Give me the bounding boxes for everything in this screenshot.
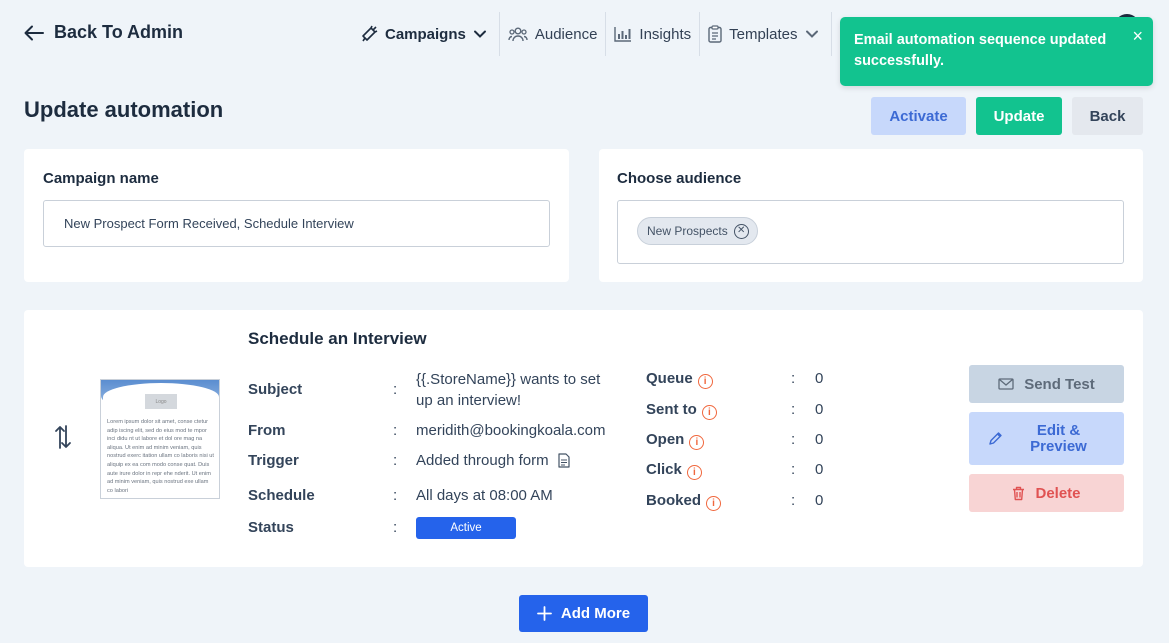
top-nav: Campaigns Audience Insights Templates (352, 12, 832, 56)
schedule-value: All days at 08:00 AM (416, 487, 553, 504)
remove-chip-icon[interactable]: ✕ (733, 223, 749, 239)
email-preview-thumbnail[interactable]: Logo Lorem ipsum dolor sit amet, conse c… (100, 379, 220, 499)
delete-button[interactable]: Delete (969, 474, 1124, 512)
stat-booked-colon: : (791, 492, 796, 509)
subject-colon: : (393, 381, 398, 398)
send-test-label: Send Test (1024, 375, 1095, 393)
info-icon[interactable]: i (701, 405, 717, 420)
stat-queue-value: 0 (815, 370, 824, 387)
bar-chart-icon (614, 27, 632, 42)
schedule-label: Schedule (248, 487, 315, 504)
info-icon[interactable]: i (706, 496, 722, 511)
trigger-colon: : (393, 452, 398, 469)
nav-campaigns-label: Campaigns (385, 25, 466, 43)
audience-card: Choose audience New Prospects ✕ (599, 149, 1143, 282)
stat-click-value: 0 (815, 461, 824, 478)
stat-sent-to-value: 0 (815, 401, 824, 418)
stat-click-label: Click (646, 461, 682, 478)
stat-sent-to-label: Sent to (646, 401, 697, 418)
info-icon[interactable]: i (686, 465, 702, 480)
stat-sent-to-colon: : (791, 401, 796, 418)
plus-icon (537, 606, 552, 621)
from-colon: : (393, 422, 398, 439)
send-test-button[interactable]: Send Test (969, 365, 1124, 403)
nav-campaigns[interactable]: Campaigns (352, 12, 500, 56)
form-document-icon[interactable] (557, 453, 570, 468)
step-title: Schedule an Interview (248, 329, 427, 348)
stat-open: Open i (646, 431, 705, 450)
trigger-label: Trigger (248, 452, 299, 469)
add-more-button[interactable]: Add More (519, 595, 648, 632)
status-label: Status (248, 519, 294, 536)
thumbnail-body-text: Lorem ipsum dolor sit amet, conse ctetur… (107, 419, 214, 494)
page-title: Update automation (24, 97, 224, 122)
clipboard-icon (708, 25, 722, 43)
trash-icon (1013, 486, 1025, 500)
nav-insights-label: Insights (639, 25, 692, 43)
stat-booked-value: 0 (815, 492, 824, 509)
delete-label: Delete (1035, 484, 1081, 502)
trigger-value: Added through form (416, 452, 549, 469)
automation-step-card: Schedule an Interview Logo Lorem ipsum d… (24, 310, 1143, 567)
from-label: From (248, 422, 286, 439)
toast-message: Email automation sequence updated succes… (854, 32, 1107, 69)
status-badge: Active (416, 517, 516, 539)
drag-handle-icon[interactable] (54, 424, 72, 450)
stat-click: Click i (646, 461, 702, 480)
schedule-colon: : (393, 487, 398, 504)
back-to-admin-link[interactable]: Back To Admin (24, 22, 183, 43)
stat-click-colon: : (791, 461, 796, 478)
edit-preview-line2: Preview (1030, 437, 1087, 455)
toast-close-icon[interactable]: × (1132, 26, 1143, 47)
subject-label: Subject (248, 381, 303, 398)
stat-queue-colon: : (791, 370, 796, 387)
envelope-icon (998, 378, 1014, 390)
chevron-down-icon (473, 30, 486, 38)
edit-preview-line1: Edit & (1036, 421, 1081, 439)
update-button[interactable]: Update (976, 97, 1062, 135)
stat-sent-to: Sent to i (646, 401, 717, 420)
trigger-row: Added through form (416, 450, 570, 471)
nav-insights[interactable]: Insights (606, 12, 701, 56)
audience-select[interactable]: New Prospects ✕ (617, 200, 1124, 264)
pencil-icon (989, 432, 1002, 445)
nav-templates-label: Templates (729, 25, 798, 43)
nav-audience[interactable]: Audience (500, 12, 607, 56)
stat-queue: Queue i (646, 370, 713, 389)
info-icon[interactable]: i (689, 435, 705, 450)
campaign-name-input[interactable]: New Prospect Form Received, Schedule Int… (43, 200, 550, 247)
megaphone-icon (362, 25, 378, 42)
edit-preview-button[interactable]: Edit & Preview (969, 412, 1124, 465)
from-value: meridith@bookingkoala.com (416, 422, 606, 439)
audience-label: Choose audience (617, 170, 742, 187)
stat-open-label: Open (646, 431, 685, 448)
campaign-name-value: New Prospect Form Received, Schedule Int… (64, 216, 354, 231)
add-more-label: Add More (560, 605, 631, 622)
stat-booked-label: Booked (646, 492, 702, 509)
edit-preview-text: Edit & Preview (1006, 421, 1087, 455)
success-toast: Email automation sequence updated succes… (840, 17, 1153, 86)
arrow-left-icon (24, 25, 44, 40)
thumbnail-logo: Logo (145, 394, 177, 409)
campaign-name-card: Campaign name New Prospect Form Received… (24, 149, 569, 282)
stat-open-value: 0 (815, 431, 824, 448)
back-button[interactable]: Back (1072, 97, 1143, 135)
activate-button[interactable]: Activate (871, 97, 966, 135)
audience-chip: New Prospects ✕ (637, 217, 758, 245)
status-colon: : (393, 519, 398, 536)
info-icon[interactable]: i (697, 374, 713, 389)
audience-chip-label: New Prospects (647, 224, 728, 238)
campaign-name-label: Campaign name (43, 170, 159, 187)
nav-audience-label: Audience (534, 25, 598, 43)
back-to-admin-label: Back To Admin (54, 22, 184, 42)
stat-queue-label: Queue (646, 370, 693, 387)
subject-value: {{.StoreName}} wants to set up an interv… (416, 371, 601, 409)
users-icon (508, 27, 528, 42)
chevron-down-icon (805, 30, 818, 38)
nav-templates[interactable]: Templates (700, 12, 832, 56)
stat-booked: Booked i (646, 492, 722, 511)
stat-open-colon: : (791, 431, 796, 448)
